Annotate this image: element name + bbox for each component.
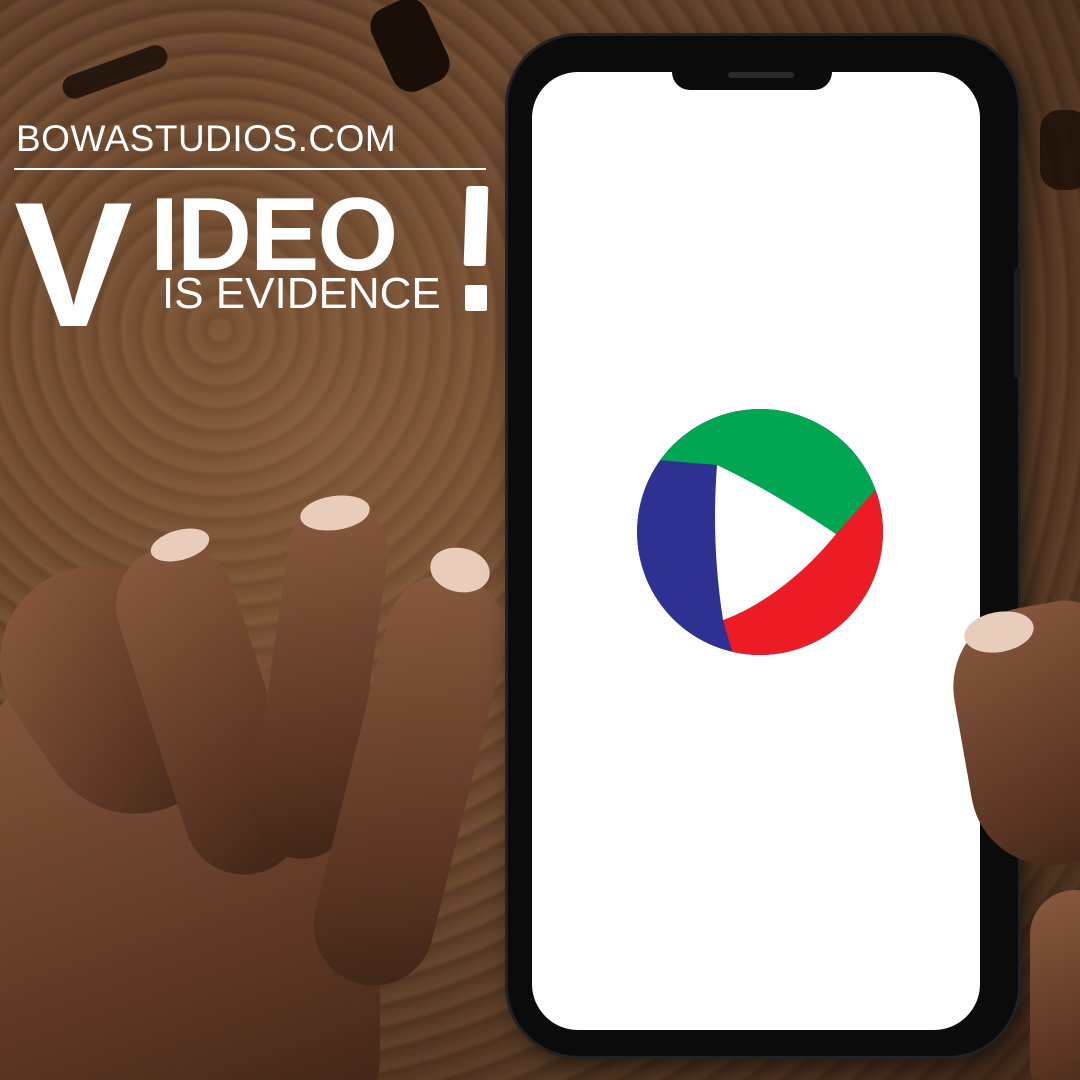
headline-big-letter: V bbox=[14, 165, 133, 364]
wood-crack bbox=[59, 41, 171, 103]
wood-crack bbox=[363, 0, 457, 99]
website-url: BOWASTUDIOS.COM bbox=[16, 118, 397, 159]
wood-background: BOWASTUDIOS.COM V IDEO IS EVIDENCE bbox=[0, 0, 1080, 1080]
exclamation-bar bbox=[463, 186, 489, 266]
phone-side-button bbox=[1014, 268, 1020, 378]
play-logo-icon[interactable] bbox=[637, 408, 883, 656]
headline-subline: IS EVIDENCE bbox=[162, 269, 441, 318]
phone-speaker bbox=[728, 72, 794, 78]
wood-crack bbox=[1040, 110, 1080, 190]
right-finger bbox=[1030, 890, 1080, 1080]
exclamation-dot bbox=[465, 285, 487, 311]
